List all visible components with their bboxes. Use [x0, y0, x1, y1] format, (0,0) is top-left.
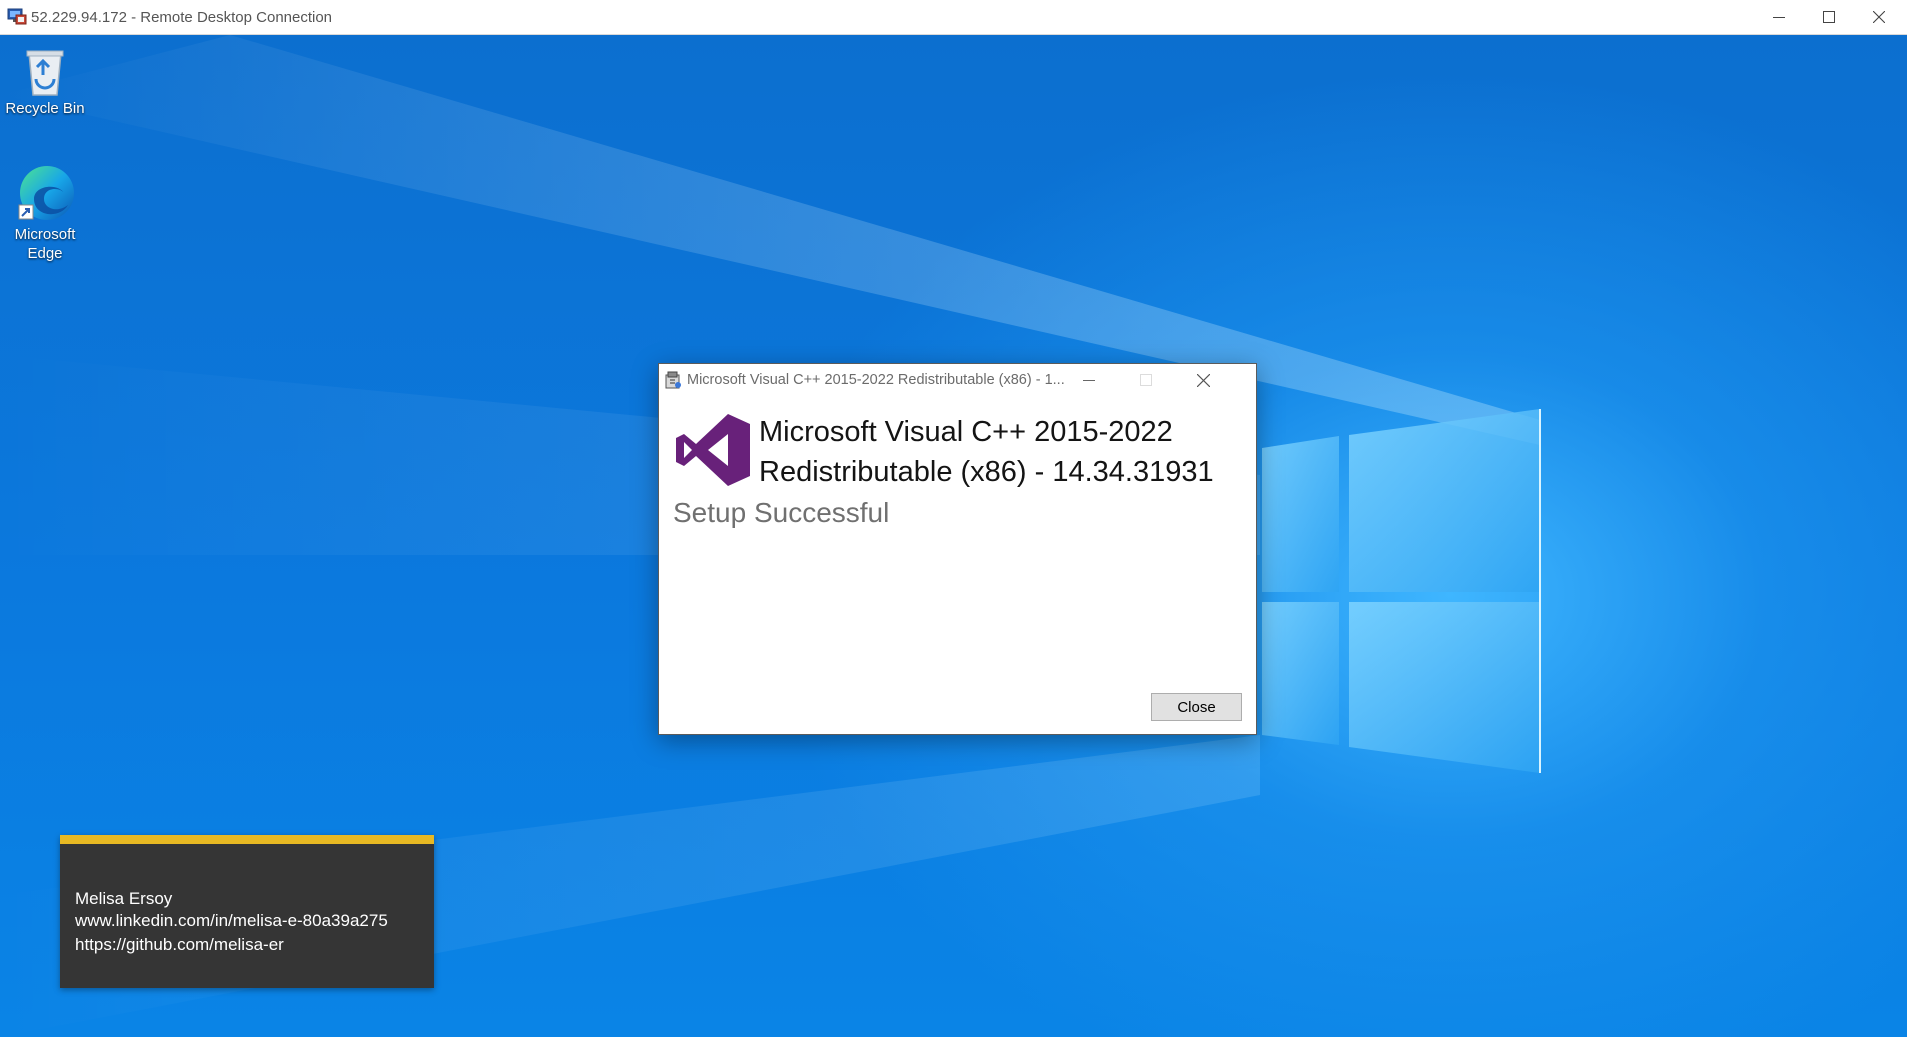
- overlay-linkedin: www.linkedin.com/in/melisa-e-80a39a275: [75, 911, 388, 930]
- setup-status: Setup Successful: [673, 497, 890, 528]
- product-name-line-2: Redistributable (x86) - 14.34.31931: [759, 456, 1214, 488]
- desktop-icon-label: Microsoft Edge: [14, 226, 76, 262]
- remote-desktop-icon: [7, 8, 27, 25]
- installer-icon: [665, 371, 681, 389]
- rdp-title-bar: 52.229.94.172 - Remote Desktop Connectio…: [0, 0, 1907, 35]
- minimize-icon: [1083, 380, 1095, 381]
- minimize-icon: [1773, 17, 1785, 18]
- maximize-icon: [1823, 11, 1835, 23]
- contact-overlay-card: Melisa Ersoy www.linkedin.com/in/melisa-…: [60, 835, 434, 988]
- desktop-icon-microsoft-edge[interactable]: Microsoft Edge: [0, 163, 90, 263]
- maximize-icon: [1140, 374, 1152, 386]
- overlay-github: https://github.com/melisa-er: [75, 935, 284, 954]
- visual-studio-logo: [676, 414, 750, 486]
- desktop: Recycle Bin Microsoft Edge Microsoft Vis…: [0, 35, 1907, 1037]
- dialog-title: Microsoft Visual C++ 2015-2022 Redistrib…: [687, 372, 1065, 388]
- close-icon: [1196, 373, 1210, 387]
- minimize-button[interactable]: [1751, 0, 1807, 34]
- overlay-name: Melisa Ersoy: [75, 889, 173, 908]
- setup-dialog: Microsoft Visual C++ 2015-2022 Redistrib…: [658, 363, 1257, 735]
- recycle-bin-icon: [26, 50, 64, 96]
- product-name: Microsoft Visual C++ 2015-2022 Redistrib…: [759, 412, 1249, 492]
- dialog-title-bar: Microsoft Visual C++ 2015-2022 Redistrib…: [659, 364, 1256, 396]
- dialog-maximize-button: [1118, 364, 1174, 396]
- product-name-line-1: Microsoft Visual C++ 2015-2022: [759, 416, 1173, 448]
- close-window-button[interactable]: [1851, 0, 1907, 34]
- window-title: 52.229.94.172 - Remote Desktop Connectio…: [31, 9, 333, 26]
- desktop-icon-recycle-bin[interactable]: Recycle Bin: [0, 43, 90, 118]
- edge-icon: [18, 166, 74, 220]
- close-icon: [1873, 11, 1885, 23]
- maximize-button[interactable]: [1801, 0, 1857, 34]
- dialog-close-button[interactable]: [1175, 364, 1231, 396]
- dialog-minimize-button[interactable]: [1061, 364, 1117, 396]
- overlay-accent-bar: [60, 835, 434, 844]
- close-button[interactable]: Close: [1151, 693, 1242, 721]
- desktop-icon-label: Recycle Bin: [5, 100, 85, 117]
